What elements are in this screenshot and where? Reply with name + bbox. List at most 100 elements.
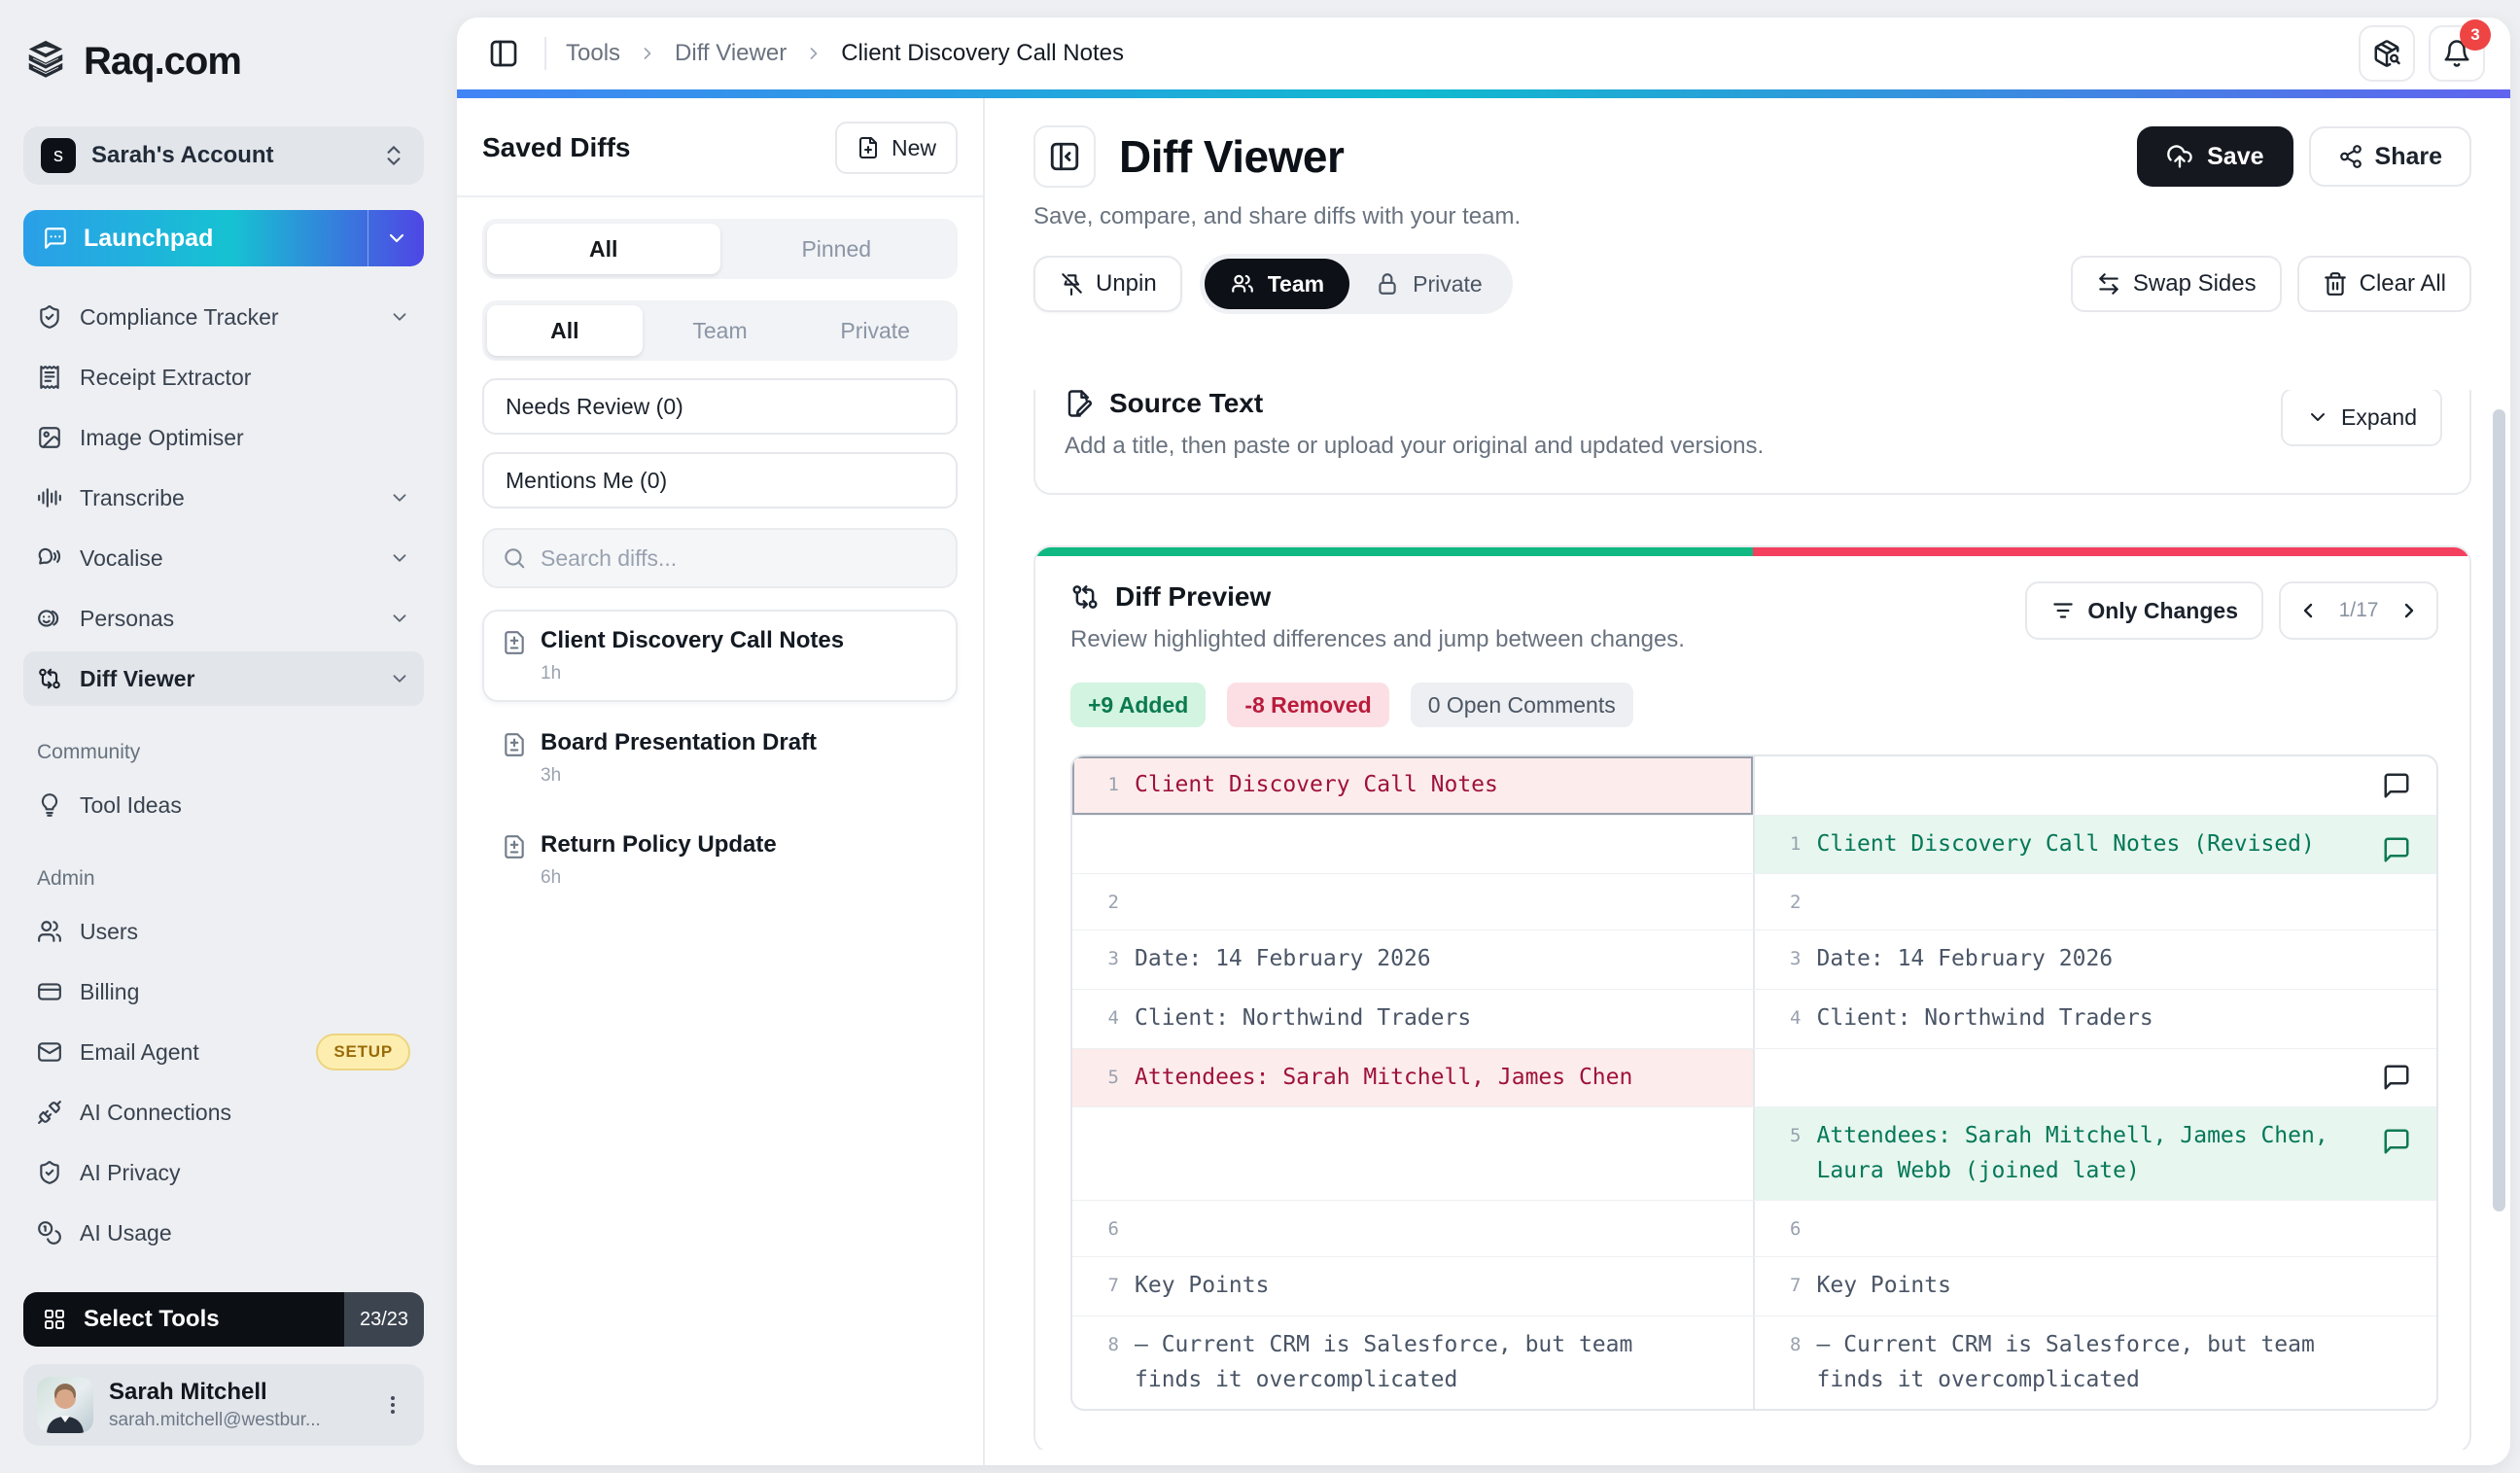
sidebar-item-tool-ideas[interactable]: Tool Ideas [23,778,424,832]
expand-button[interactable]: Expand [2281,390,2442,446]
chevron-right-icon [638,44,657,63]
chat-bubble-icon [43,226,68,251]
new-diff-button[interactable]: New [835,122,958,174]
list-item-board-presentation[interactable]: Board Presentation Draft 3h [482,712,958,804]
breadcrumb: Tools Diff Viewer Client Discovery Call … [566,40,1124,67]
tab-pinned[interactable]: Pinned [720,224,954,274]
shield-check-icon [37,1160,62,1185]
pager-position: 1/17 [2333,599,2384,622]
diff-row: 7Key Points7Key Points [1072,1256,2436,1315]
sidebar-item-transcribe[interactable]: Transcribe [23,471,424,525]
sidebar-item-ai-privacy[interactable]: AI Privacy [23,1145,424,1200]
launchpad-button[interactable]: Launchpad [23,210,424,266]
sidebar-item-label: AI Usage [80,1220,172,1246]
panel-toggle-button[interactable] [482,32,525,75]
notifications-button[interactable]: 3 [2429,25,2485,82]
tab-visibility-team[interactable]: Team [643,305,798,356]
search-input[interactable] [541,545,938,572]
tab-visibility-all[interactable]: All [487,305,643,356]
breadcrumb-current: Client Discovery Call Notes [841,40,1124,67]
breadcrumb-diff-viewer[interactable]: Diff Viewer [675,40,787,67]
source-text-card: Source Text Add a title, then paste or u… [1033,390,2471,495]
comment-button[interactable] [2378,1059,2415,1096]
comment-button[interactable] [2378,1123,2415,1160]
credit-card-icon [37,979,62,1004]
diff-cell-right [1755,756,2437,815]
shield-check-icon [37,304,62,330]
user-card[interactable]: Sarah Mitchell sarah.mitchell@westbur... [23,1364,424,1446]
sidebar-item-billing[interactable]: Billing [23,964,424,1019]
swap-sides-button[interactable]: Swap Sides [2071,256,2282,312]
mail-icon [37,1039,62,1065]
git-compare-icon [37,666,62,691]
list-item-title: Board Presentation Draft [541,729,817,756]
save-label: Save [2207,143,2263,171]
comment-button[interactable] [2378,767,2415,804]
account-switcher[interactable]: s Sarah's Account [23,126,424,185]
sidebar-item-ai-connections[interactable]: AI Connections [23,1085,424,1140]
save-button[interactable]: Save [2137,126,2292,187]
diff-row: 5Attendees: Sarah Mitchell, James Chen, … [1072,1106,2436,1200]
unpin-label: Unpin [1096,270,1157,298]
list-item-client-discovery[interactable]: Client Discovery Call Notes 1h [482,610,958,702]
diff-cell-left[interactable]: 5Attendees: Sarah Mitchell, James Chen [1072,1049,1755,1107]
diff-viewer-pane: Diff Viewer Save Share Save, compare, an… [985,98,2510,1465]
breadcrumb-tools[interactable]: Tools [566,40,620,67]
sidebar-item-personas[interactable]: Personas [23,591,424,646]
line-number: 4 [1772,1004,1802,1033]
select-tools-button[interactable]: Select Tools 23/23 [23,1292,424,1347]
visibility-private-option[interactable]: Private [1349,259,1508,309]
launchpad-expand-button[interactable] [368,210,424,266]
package-search-button[interactable] [2359,25,2415,82]
file-diff-icon [502,732,527,787]
sidebar-item-diff-viewer[interactable]: Diff Viewer [23,651,424,706]
chevron-down-icon [389,668,410,689]
clear-all-button[interactable]: Clear All [2297,256,2471,312]
diff-cell-right[interactable]: 5Attendees: Sarah Mitchell, James Chen, … [1755,1107,2437,1200]
tab-all[interactable]: All [487,224,720,274]
visibility-segmented-control: Team Private [1200,254,1513,314]
lock-icon [1375,271,1400,297]
accent-bar [457,89,2510,98]
chevron-down-icon [389,306,410,328]
diff-table: 1Client Discovery Call Notes1Client Disc… [1070,754,2438,1411]
only-changes-button[interactable]: Only Changes [2025,581,2263,640]
divider [544,37,546,70]
visibility-team-option[interactable]: Team [1205,259,1349,309]
diff-cell-right[interactable]: 1Client Discovery Call Notes (Revised) [1755,816,2437,874]
clear-all-label: Clear All [2360,270,2446,298]
sidebar-item-image-optimiser[interactable]: Image Optimiser [23,410,424,465]
list-item-return-policy[interactable]: Return Policy Update 6h [482,814,958,906]
select-tools-count: 23/23 [344,1292,424,1347]
comment-button[interactable] [2378,831,2415,868]
plug-icon [37,1100,62,1125]
message-square-icon [2382,1063,2411,1092]
sidebar-item-vocalise[interactable]: Vocalise [23,531,424,585]
diff-cell-left[interactable]: 1Client Discovery Call Notes [1072,756,1755,815]
list-item-time: 1h [541,663,844,684]
scrollbar-thumb[interactable] [2493,409,2505,1211]
mentions-me-filter[interactable]: Mentions Me (0) [482,452,958,509]
line-number: 6 [1772,1215,1802,1244]
share-button[interactable]: Share [2309,126,2471,187]
diff-preview-subtitle: Review highlighted differences and jump … [1070,626,1685,653]
sidebar-item-label: Diff Viewer [80,666,194,692]
sidebar-item-compliance-tracker[interactable]: Compliance Tracker [23,290,424,344]
diff-preview-card: Diff Preview Review highlighted differen… [1033,545,2471,1450]
section-label-community: Community [37,741,424,764]
collapse-panel-button[interactable] [1033,125,1096,188]
sidebar-item-label: Image Optimiser [80,425,244,451]
previous-change-button[interactable] [2289,591,2328,630]
line-number: 8 [1772,1331,1802,1359]
tab-visibility-private[interactable]: Private [797,305,953,356]
next-change-button[interactable] [2390,591,2429,630]
unpin-button[interactable]: Unpin [1033,256,1182,312]
diff-cell-left: 2 [1072,874,1755,929]
sidebar-item-email-agent[interactable]: Email Agent SETUP [23,1025,424,1079]
more-vertical-icon[interactable] [375,1387,410,1422]
sidebar-item-users[interactable]: Users [23,904,424,959]
sidebar-item-receipt-extractor[interactable]: Receipt Extractor [23,350,424,404]
sidebar-item-ai-usage[interactable]: AI Usage [23,1206,424,1260]
lightbulb-icon [37,792,62,818]
needs-review-filter[interactable]: Needs Review (0) [482,378,958,435]
